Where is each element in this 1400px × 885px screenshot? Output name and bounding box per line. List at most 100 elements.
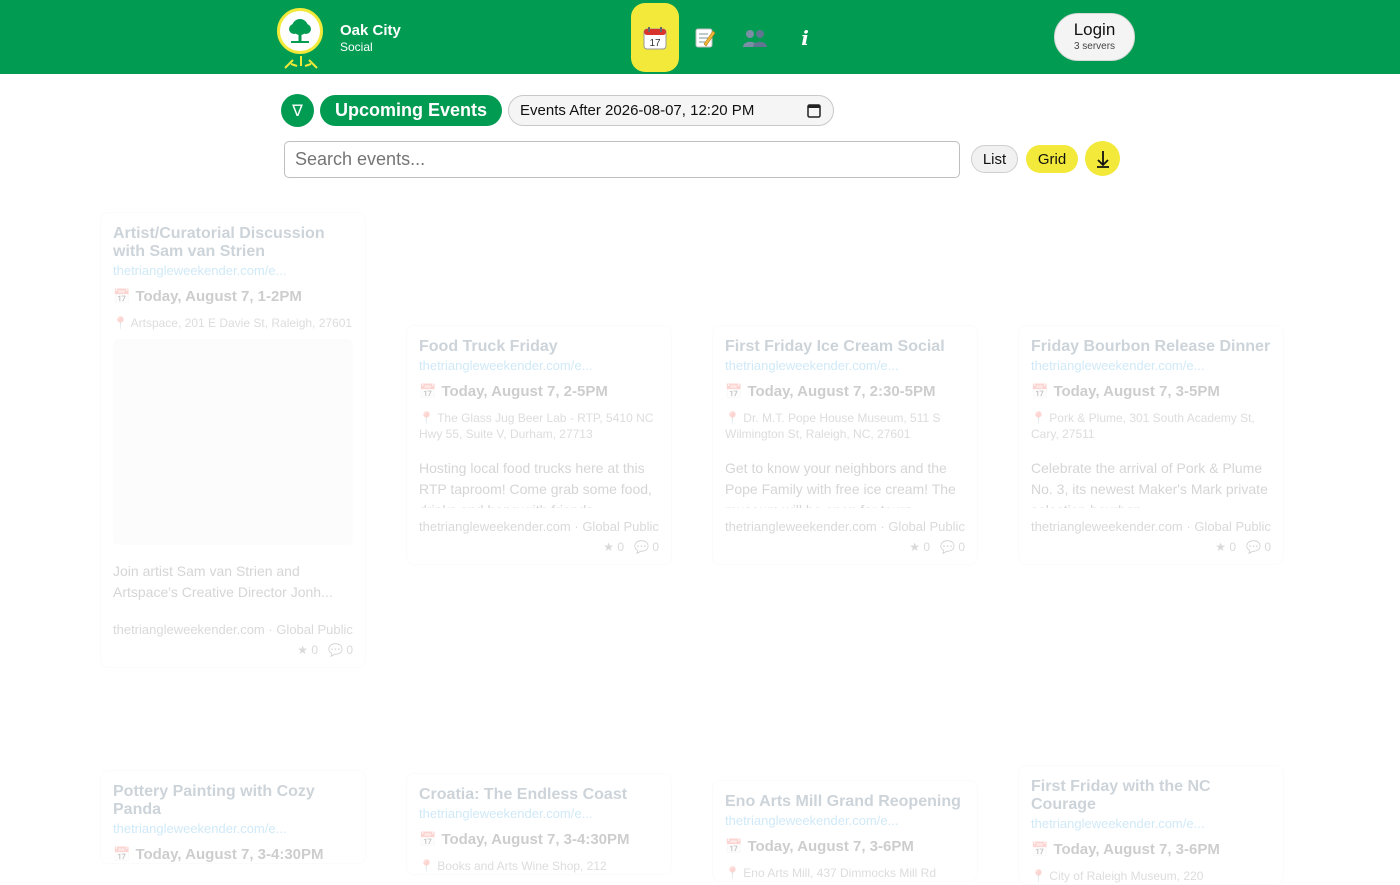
- event-location: 📍 The Glass Jug Beer Lab - RTP, 5410 NC …: [419, 411, 654, 441]
- event-date-row: 📅 Today, August 7, 3-6PM: [1031, 841, 1271, 858]
- pin-icon: 📍: [419, 859, 434, 873]
- event-date-row: 📅 Today, August 7, 1-2PM: [113, 288, 353, 305]
- event-link[interactable]: thetriangleweekender.com/e...: [1031, 816, 1271, 831]
- calendar-icon: 📅: [419, 383, 437, 399]
- filter-button[interactable]: ∇: [281, 94, 314, 127]
- top-nav-bar: Oak City Social 17 i Login 3 servers: [0, 0, 1400, 74]
- pin-icon: 📍: [725, 411, 740, 425]
- event-card[interactable]: Eno Arts Mill Grand Reopening thetriangle…: [712, 780, 978, 882]
- event-card[interactable]: First Friday Ice Cream Social thetriangle…: [712, 325, 978, 565]
- reply-icon[interactable]: 💬: [634, 540, 649, 554]
- event-description: Join artist Sam van Strien and Artspace'…: [113, 563, 333, 600]
- event-date: Today, August 7, 3-4:30PM: [135, 846, 324, 863]
- event-link[interactable]: thetriangleweekender.com/e...: [725, 358, 965, 373]
- event-date: Today, August 7, 3-5PM: [1053, 383, 1220, 400]
- event-link[interactable]: thetriangleweekender.com/e...: [113, 821, 353, 836]
- event-title[interactable]: Pottery Painting with Cozy Panda: [113, 783, 353, 819]
- pin-icon: 📍: [725, 866, 740, 880]
- nav-people-button[interactable]: [731, 3, 779, 72]
- nav-posts-button[interactable]: [681, 3, 729, 72]
- events-after-date-input[interactable]: Events After 2026-08-07, 12:20 PM: [508, 95, 834, 126]
- event-link[interactable]: thetriangleweekender.com/e...: [1031, 358, 1271, 373]
- grid-view-button[interactable]: Grid: [1026, 145, 1078, 173]
- upcoming-events-toggle[interactable]: Upcoming Events: [320, 95, 502, 126]
- list-view-button[interactable]: List: [971, 145, 1018, 173]
- nav-info-button[interactable]: i: [781, 3, 829, 72]
- event-link[interactable]: thetriangleweekender.com/e...: [419, 358, 659, 373]
- event-date: Today, August 7, 1-2PM: [135, 288, 302, 305]
- event-title[interactable]: First Friday Ice Cream Social: [725, 338, 965, 356]
- date-value: Events After 2026-08-07, 12:20 PM: [520, 102, 755, 119]
- event-link[interactable]: thetriangleweekender.com/e...: [113, 263, 353, 278]
- pin-icon: 📍: [113, 316, 128, 330]
- event-title[interactable]: Eno Arts Mill Grand Reopening: [725, 793, 965, 811]
- filter-icon: ∇: [292, 102, 303, 120]
- reply-icon[interactable]: 💬: [940, 540, 955, 554]
- event-date-row: 📅 Today, August 7, 2:30-5PM: [725, 383, 965, 400]
- event-description: Celebrate the arrival of Pork & Plume No…: [1031, 460, 1268, 508]
- nav-events-button[interactable]: 17: [631, 3, 679, 72]
- event-date-row: 📅 Today, August 7, 3-6PM: [725, 838, 965, 855]
- event-card[interactable]: Artist/Curatorial Discussion with Sam va…: [100, 212, 366, 668]
- event-meta: ★ 0 💬 0: [297, 643, 353, 657]
- star-icon[interactable]: ★: [297, 643, 308, 657]
- event-source: thetriangleweekender.com · Global Public: [1031, 519, 1271, 534]
- calendar-icon: 📅: [419, 831, 437, 847]
- star-icon[interactable]: ★: [1215, 540, 1226, 554]
- info-icon: i: [801, 25, 809, 50]
- calendar-picker-icon[interactable]: [807, 103, 821, 118]
- event-location: 📍 Dr. M.T. Pope House Museum, 511 S Wilm…: [725, 411, 941, 441]
- event-location: 📍 Pork & Plume, 301 South Academy St, Ca…: [1031, 411, 1255, 441]
- event-date: Today, August 7, 3-6PM: [1053, 841, 1220, 858]
- event-title[interactable]: First Friday with the NC Courage: [1031, 778, 1271, 814]
- event-link[interactable]: thetriangleweekender.com/e...: [419, 806, 659, 821]
- event-location: 📍 Eno Arts Mill, 437 Dimmocks Mill Rd: [725, 866, 937, 880]
- event-date-row: 📅 Today, August 7, 3-4:30PM: [113, 846, 353, 863]
- oak-city-logo[interactable]: [275, 6, 327, 70]
- event-meta: ★ 0 💬 0: [603, 540, 659, 554]
- calendar-icon: 📅: [113, 846, 131, 862]
- reply-icon[interactable]: 💬: [1246, 540, 1261, 554]
- event-card[interactable]: Friday Bourbon Release Dinner thetriangle…: [1018, 325, 1284, 565]
- login-servers-count: 3 servers: [1073, 41, 1116, 52]
- event-description: Hosting local food trucks here at this R…: [419, 460, 652, 508]
- event-source: thetriangleweekender.com · Global Public: [725, 519, 965, 534]
- tree-icon: [277, 8, 323, 54]
- calendar-icon: 📅: [1031, 841, 1049, 857]
- pin-icon: 📍: [1031, 411, 1046, 425]
- event-description: Get to know your neighbors and the Pope …: [725, 460, 956, 508]
- event-card[interactable]: First Friday with the NC Courage thetrian…: [1018, 765, 1284, 885]
- pin-icon: 📍: [419, 411, 434, 425]
- calendar-icon: 17: [643, 26, 667, 49]
- event-source: thetriangleweekender.com · Global Public: [419, 519, 659, 534]
- event-title[interactable]: Food Truck Friday: [419, 338, 659, 356]
- search-events-input[interactable]: [284, 141, 960, 178]
- calendar-day-text: 17: [649, 38, 661, 49]
- calendar-icon: 📅: [113, 288, 131, 304]
- login-button[interactable]: Login 3 servers: [1054, 13, 1135, 61]
- brand-name: Oak City: [340, 22, 401, 39]
- event-image: [113, 339, 353, 545]
- login-label: Login: [1073, 20, 1116, 39]
- download-button[interactable]: [1085, 141, 1120, 176]
- event-title[interactable]: Croatia: The Endless Coast: [419, 786, 659, 804]
- event-date: Today, August 7, 3-6PM: [747, 838, 914, 855]
- event-source: thetriangleweekender.com · Global Public: [113, 622, 353, 637]
- event-card[interactable]: Croatia: The Endless Coast thetrianglewee…: [406, 773, 672, 875]
- event-title[interactable]: Artist/Curatorial Discussion with Sam va…: [113, 225, 353, 261]
- event-link[interactable]: thetriangleweekender.com/e...: [725, 813, 965, 828]
- event-card[interactable]: Pottery Painting with Cozy Panda thetrian…: [100, 770, 366, 864]
- event-title[interactable]: Friday Bourbon Release Dinner: [1031, 338, 1271, 356]
- reply-icon[interactable]: 💬: [328, 643, 343, 657]
- star-icon[interactable]: ★: [603, 540, 614, 554]
- calendar-icon: 📅: [725, 838, 743, 854]
- people-icon: [743, 29, 767, 47]
- calendar-icon: 📅: [725, 383, 743, 399]
- pin-icon: 📍: [1031, 869, 1046, 883]
- brand-subtitle: Social: [340, 40, 373, 54]
- star-icon[interactable]: ★: [909, 540, 920, 554]
- event-location: 📍 Artspace, 201 E Davie St, Raleigh, 276…: [113, 316, 353, 330]
- event-date: Today, August 7, 2:30-5PM: [747, 383, 936, 400]
- event-card[interactable]: Food Truck Friday thetriangleweekender.co…: [406, 325, 672, 565]
- memo-icon: [695, 28, 716, 47]
